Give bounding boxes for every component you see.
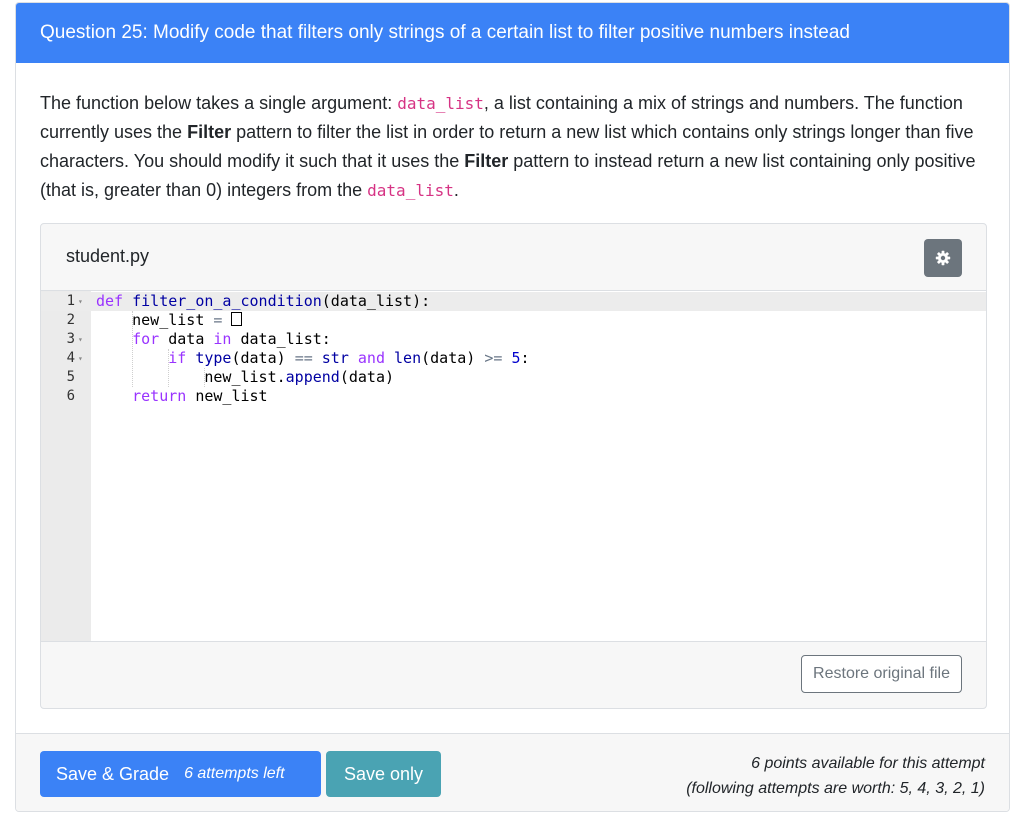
file-footer: Restore original file bbox=[41, 640, 986, 708]
code-line[interactable]: 6 return new_list bbox=[41, 387, 986, 406]
save-and-grade-button[interactable]: Save & Grade 6 attempts left bbox=[40, 751, 321, 797]
file-name: student.py bbox=[66, 246, 150, 266]
prompt-bold: Filter bbox=[187, 122, 232, 142]
prompt-code: data_list bbox=[367, 181, 454, 200]
question-title: Question 25: Modify code that filters on… bbox=[40, 22, 850, 43]
code-line[interactable]: 4 ▾ if type(data) == str and len(data) >… bbox=[41, 349, 986, 368]
gear-icon bbox=[935, 250, 951, 266]
points-following-text: (following attempts are worth: 5, 4, 3, … bbox=[686, 780, 985, 797]
attempts-left-label: 6 attempts left bbox=[184, 765, 285, 782]
prompt-text: The function below takes a single argume… bbox=[40, 93, 398, 113]
code-text: new_list.append(data) bbox=[204, 368, 395, 386]
code-text: new_list = bbox=[96, 311, 243, 330]
save-and-grade-label: Save & Grade bbox=[56, 763, 170, 784]
code-text: return new_list bbox=[132, 387, 268, 405]
indent-guide bbox=[132, 311, 133, 387]
question-card: Question 25: Modify code that filters on… bbox=[15, 2, 1010, 812]
restore-original-button[interactable]: Restore original file bbox=[801, 655, 962, 693]
empty-brackets-box bbox=[231, 312, 243, 326]
question-header: Question 25: Modify code that filters on… bbox=[16, 3, 1009, 63]
code-editor[interactable]: 1 ▾ def filter_on_a_condition(data_list)… bbox=[41, 290, 986, 642]
code-line[interactable]: 5 new_list.append(data) bbox=[41, 368, 986, 387]
save-only-button[interactable]: Save only bbox=[326, 751, 441, 797]
code-text: if type(data) == str and len(data) >= 5: bbox=[168, 349, 530, 367]
prompt-bold: Filter bbox=[464, 151, 509, 171]
indent-guide bbox=[168, 349, 169, 387]
fold-arrow-icon[interactable]: ▾ bbox=[78, 349, 83, 368]
file-editor-card: student.py 1 ▾ def filter_on_a_condition… bbox=[40, 223, 987, 709]
line-number: 2 bbox=[66, 312, 75, 328]
file-header: student.py bbox=[41, 224, 986, 290]
fold-arrow-icon[interactable]: ▾ bbox=[78, 330, 83, 349]
line-number: 5 bbox=[66, 369, 75, 385]
settings-button[interactable] bbox=[924, 239, 962, 277]
line-number: 4 bbox=[66, 350, 75, 366]
indent-guide bbox=[204, 368, 205, 387]
question-body: The function below takes a single argume… bbox=[16, 63, 1009, 709]
points-info: 6 points available for this attempt (fol… bbox=[686, 751, 985, 801]
prompt-code: data_list bbox=[397, 94, 484, 113]
line-number: 3 bbox=[66, 331, 75, 347]
code-line[interactable]: 1 ▾ def filter_on_a_condition(data_list)… bbox=[41, 292, 986, 311]
code-line[interactable]: 2 new_list = bbox=[41, 311, 986, 330]
points-available-text: 6 points available for this attempt bbox=[751, 755, 985, 772]
code-line[interactable]: 3 ▾ for data in data_list: bbox=[41, 330, 986, 349]
code-text: def filter_on_a_condition(data_list): bbox=[96, 292, 431, 310]
fold-arrow-icon[interactable]: ▾ bbox=[78, 292, 83, 311]
line-number: 1 bbox=[66, 293, 75, 309]
question-footer: Save & Grade 6 attempts left Save only 6… bbox=[16, 733, 1009, 811]
question-prompt: The function below takes a single argume… bbox=[40, 89, 985, 205]
prompt-text: . bbox=[453, 180, 459, 200]
line-number: 6 bbox=[66, 388, 75, 404]
